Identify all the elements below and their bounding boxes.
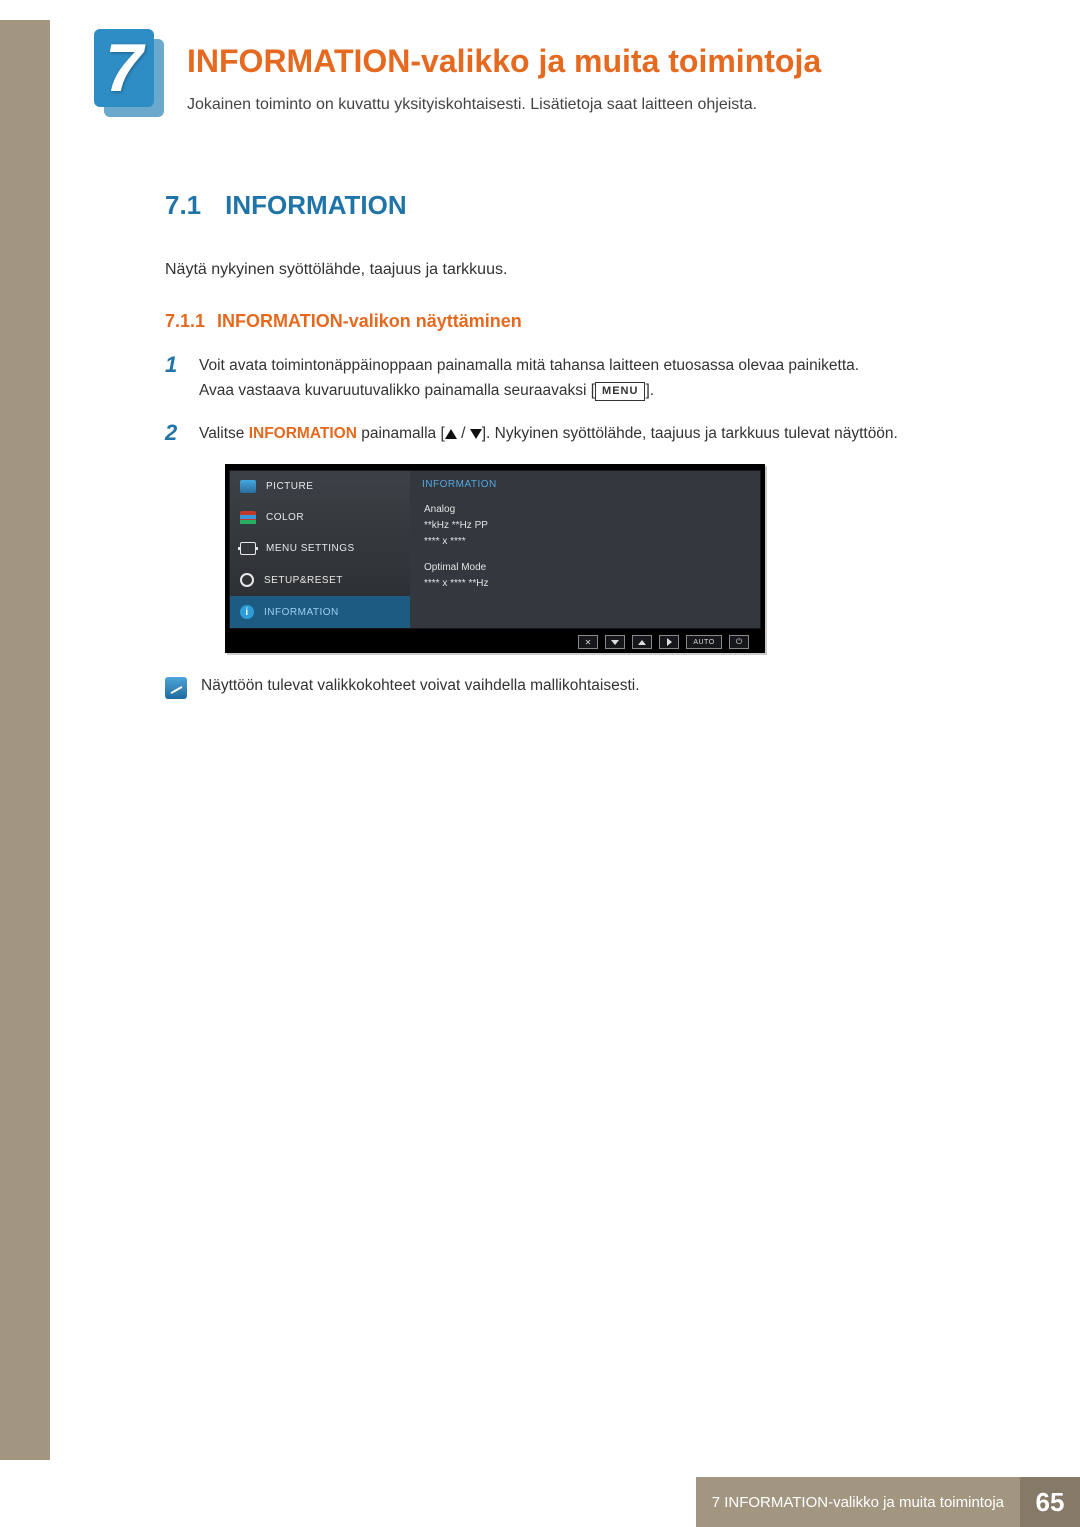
osd-btn-up [632, 635, 652, 649]
step-2-b: painamalla [ [357, 425, 445, 442]
chapter-number: 7 [94, 29, 154, 107]
osd-panel-l5: **** x **** **Hz [424, 576, 746, 592]
step-2-c: ]. Nykyinen syöttölähde, taajuus ja tark… [482, 425, 898, 442]
section-heading: 7.1 INFORMATION [165, 190, 1020, 221]
note-text: Näyttöön tulevat valikkokohteet voivat v… [201, 677, 640, 695]
section-intro: Näytä nykyinen syöttölähde, taajuus ja t… [165, 261, 1020, 279]
osd-item-picture: PICTURE [230, 471, 410, 502]
osd-menu: PICTURE COLOR MENU SETTINGS SETUP&RESET [230, 471, 410, 628]
chapter-header: 7 INFORMATION-valikko ja muita toimintoj… [90, 25, 1020, 120]
menu-chip: MENU [595, 382, 645, 402]
subsection-title: INFORMATION-valikon näyttäminen [217, 311, 522, 331]
sidebar-stripe [0, 20, 50, 1460]
page-footer: 7 INFORMATION-valikko ja muita toimintoj… [0, 1477, 1080, 1527]
osd-item-setup-reset: SETUP&RESET [230, 564, 410, 596]
color-icon [240, 511, 256, 524]
picture-icon [240, 480, 256, 493]
step-2-highlight: INFORMATION [249, 425, 357, 442]
arrow-up-icon [445, 429, 457, 439]
step-number: 2 [165, 422, 183, 447]
osd-btn-auto: AUTO [686, 635, 722, 649]
step-1-line1: Voit avata toimintonäppäinoppaan painama… [199, 357, 859, 374]
osd-panel-l3: **** x **** [424, 534, 746, 550]
osd-btn-down [605, 635, 625, 649]
step-1-line2a: Avaa vastaava kuvaruutuvalikko painamall… [199, 382, 595, 399]
step-1: 1 Voit avata toimintonäppäinoppaan paina… [165, 354, 1020, 404]
osd-panel-title: INFORMATION [410, 475, 760, 500]
step-number: 1 [165, 354, 183, 404]
note: Näyttöön tulevat valikkokohteet voivat v… [165, 677, 1020, 699]
footer-text: 7 INFORMATION-valikko ja muita toimintoj… [696, 1477, 1020, 1527]
osd-btn-right [659, 635, 679, 649]
chapter-title: INFORMATION-valikko ja muita toimintoja [187, 25, 821, 80]
osd-btn-close: ✕ [578, 635, 598, 649]
osd-panel-l4: Optimal Mode [424, 560, 746, 576]
arrow-down-icon [470, 429, 482, 439]
osd-item-information: i INFORMATION [230, 596, 410, 628]
osd-footer: ✕ AUTO ⏻ [229, 629, 761, 651]
step-1-line2b: ]. [645, 382, 654, 399]
osd-panel: INFORMATION Analog **kHz **Hz PP **** x … [410, 471, 760, 628]
osd-item-menu-settings: MENU SETTINGS [230, 533, 410, 564]
subsection-heading: 7.1.1 INFORMATION-valikon näyttäminen [165, 311, 1020, 332]
subsection-number: 7.1.1 [165, 311, 205, 331]
osd-screenshot: PICTURE COLOR MENU SETTINGS SETUP&RESET [225, 464, 765, 653]
step-2-a: Valitse [199, 425, 249, 442]
note-icon [165, 677, 187, 699]
page-number: 65 [1020, 1477, 1080, 1527]
section-number: 7.1 [165, 190, 201, 220]
osd-panel-l1: Analog [424, 502, 746, 518]
osd-panel-l2: **kHz **Hz PP [424, 518, 746, 534]
chapter-subtitle: Jokainen toiminto on kuvattu yksityiskoh… [187, 96, 821, 114]
info-icon: i [240, 605, 254, 619]
gear-icon [240, 573, 254, 587]
section-title: INFORMATION [225, 190, 407, 220]
osd-item-color: COLOR [230, 502, 410, 533]
section: 7.1 INFORMATION Näytä nykyinen syöttölähd… [90, 190, 1020, 699]
step-2: 2 Valitse INFORMATION painamalla [ / ]. … [165, 422, 1020, 447]
osd-btn-power: ⏻ [729, 635, 749, 649]
page-content: 7 INFORMATION-valikko ja muita toimintoj… [90, 0, 1020, 699]
chapter-badge: 7 [90, 25, 165, 120]
menu-settings-icon [240, 542, 256, 555]
